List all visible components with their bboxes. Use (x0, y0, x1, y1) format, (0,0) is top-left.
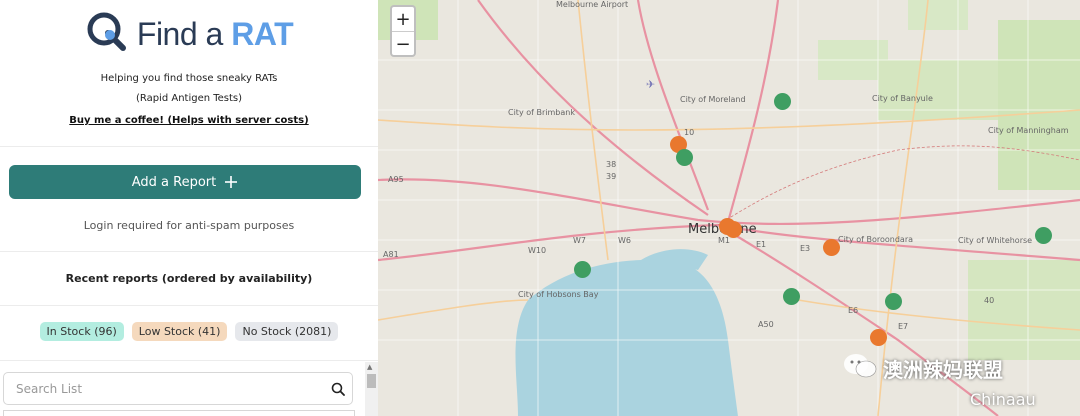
watermark-text: 澳洲辣妈联盟 (883, 357, 1003, 382)
route-label: 40 (984, 296, 995, 305)
app-logo[interactable]: Find a RAT (0, 8, 378, 60)
magnifier-logo-icon (85, 10, 129, 58)
route-label: W10 (528, 246, 547, 255)
wechat-icon (843, 352, 877, 384)
report-marker-in-stock[interactable] (1035, 227, 1052, 244)
route-label: E6 (848, 306, 859, 315)
zoom-out-button[interactable]: − (392, 32, 414, 56)
add-report-button[interactable]: Add a Report (9, 165, 361, 199)
route-label: E1 (756, 240, 767, 249)
map-label-moreland: City of Moreland (680, 95, 746, 104)
watermark: 澳洲辣妈联盟 (843, 352, 1003, 384)
report-list[interactable] (3, 410, 355, 416)
tagline-subtitle: (Rapid Antigen Tests) (135, 93, 243, 104)
map-label-manningham: City of Manningham (988, 126, 1069, 135)
filter-low-stock[interactable]: Low Stock (41) (131, 322, 228, 341)
map-label-whitehorse: City of Whitehorse (958, 236, 1033, 245)
route-label: W7 (573, 236, 586, 245)
report-marker-low-stock[interactable] (725, 221, 742, 238)
route-label: 39 (606, 172, 617, 181)
scrollbar-thumb[interactable] (367, 374, 376, 388)
svg-text:✈: ✈ (646, 78, 655, 91)
filter-no-stock[interactable]: No Stock (2081) (235, 322, 339, 341)
report-marker-in-stock[interactable] (783, 288, 800, 305)
login-note: Login required for anti-spam purposes (83, 219, 295, 232)
report-marker-low-stock[interactable] (823, 239, 840, 256)
report-marker-in-stock[interactable] (574, 261, 591, 278)
route-label: A95 (388, 175, 404, 184)
divider (0, 360, 378, 361)
search-icon[interactable] (324, 382, 352, 396)
route-label: E3 (800, 244, 811, 253)
watermark-subtext: Chinaau (970, 390, 1036, 409)
report-marker-in-stock[interactable] (774, 93, 791, 110)
map-label-airport: Melbourne Airport (556, 0, 629, 9)
tagline: Helping you find those sneaky RATs (100, 73, 278, 84)
filter-in-stock[interactable]: In Stock (96) (39, 322, 124, 341)
route-label: E7 (898, 322, 909, 331)
scroll-up-arrow-icon[interactable]: ▲ (367, 363, 372, 371)
stock-filters: In Stock (96) Low Stock (41) No Stock (2… (0, 322, 378, 341)
map-label-boroondara: City of Boroondara (838, 235, 914, 244)
search-input[interactable] (4, 380, 324, 397)
route-label: W6 (618, 236, 631, 245)
route-label: 38 (606, 160, 617, 169)
report-marker-in-stock[interactable] (676, 149, 693, 166)
route-label: M1 (718, 236, 730, 245)
logo-wordmark: Find a RAT (136, 15, 294, 52)
report-marker-in-stock[interactable] (885, 293, 902, 310)
divider (0, 146, 378, 147)
route-label: A81 (383, 250, 399, 259)
recent-reports-heading: Recent reports (ordered by availability) (65, 272, 313, 285)
add-report-label: Add a Report (131, 174, 217, 190)
divider (0, 251, 378, 252)
zoom-in-button[interactable]: + (392, 7, 414, 32)
map-label-hobsons-bay: City of Hobsons Bay (518, 290, 599, 299)
buy-coffee-link[interactable]: Buy me a coffee! (Helps with server cost… (0, 115, 378, 126)
sidebar: Find a RAT Helping you find those sneaky… (0, 0, 379, 416)
map-label-banyule: City of Banyule (872, 94, 933, 103)
route-label: 10 (684, 128, 695, 137)
search-box (3, 372, 353, 405)
report-marker-low-stock[interactable] (870, 329, 887, 346)
divider (0, 305, 378, 306)
zoom-control: + − (390, 5, 416, 57)
plus-icon (224, 172, 238, 192)
map-label-brimbank: City of Brimbank (508, 108, 575, 117)
route-label: A50 (758, 320, 774, 329)
